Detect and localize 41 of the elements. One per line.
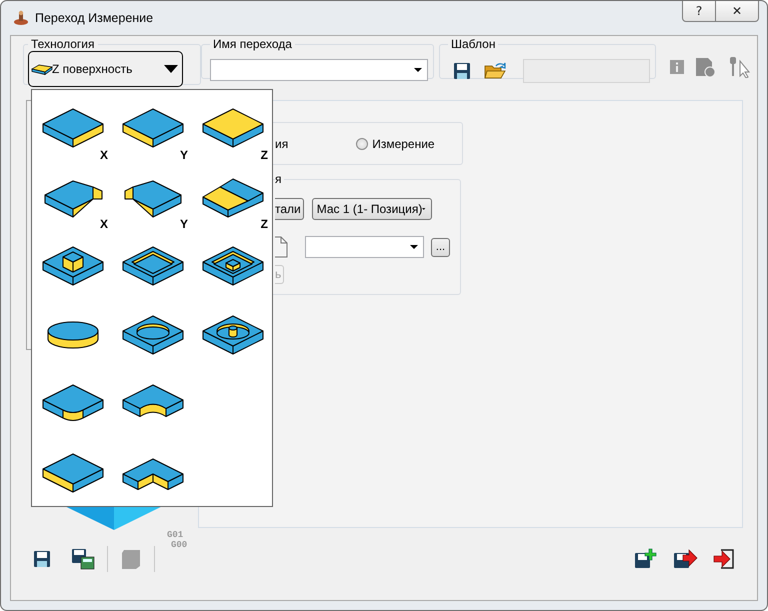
caret-icon bbox=[410, 245, 418, 249]
save-icon[interactable] bbox=[33, 550, 51, 568]
machine-dropdown[interactable]: Мас 1 (1- Позиция) bbox=[312, 198, 432, 220]
open-folder-icon[interactable] bbox=[484, 62, 506, 80]
shape-option[interactable]: Z bbox=[194, 102, 272, 166]
caret-icon bbox=[164, 65, 178, 73]
save-calculator-icon[interactable] bbox=[71, 548, 95, 570]
axis-label: X bbox=[100, 217, 108, 231]
shape-option[interactable]: X bbox=[34, 171, 112, 235]
save-icon[interactable] bbox=[453, 62, 471, 80]
group-label: Имя перехода bbox=[212, 37, 293, 51]
caret-icon bbox=[414, 68, 422, 72]
axis-label: Y bbox=[180, 217, 188, 231]
shape-option[interactable]: X bbox=[34, 102, 112, 166]
app-icon bbox=[13, 10, 29, 26]
caret-icon bbox=[422, 207, 426, 211]
slab-icon bbox=[31, 63, 53, 75]
save-add-icon[interactable] bbox=[633, 548, 657, 570]
group-label: Шаблон bbox=[450, 37, 496, 51]
page-icon[interactable] bbox=[694, 56, 716, 78]
shape-option[interactable]: Y bbox=[114, 171, 192, 235]
radio-button[interactable] bbox=[356, 138, 368, 150]
help-button[interactable]: ? bbox=[682, 1, 716, 22]
axis-label: Z bbox=[260, 148, 268, 162]
technology-dropdown[interactable]: Z поверхность bbox=[28, 51, 183, 87]
axis-label: X bbox=[100, 148, 108, 162]
shape-option[interactable]: Z bbox=[194, 171, 272, 235]
template-field[interactable] bbox=[523, 59, 650, 83]
close-button[interactable]: ✕ bbox=[716, 1, 759, 22]
file-icon[interactable] bbox=[275, 236, 288, 258]
axis-label: Y bbox=[180, 148, 188, 162]
radio-label[interactable]: Измерение bbox=[372, 136, 435, 150]
window-title: Переход Измерение bbox=[35, 11, 154, 25]
group-label: Технология bbox=[30, 37, 96, 51]
part-button[interactable]: тали bbox=[275, 198, 304, 220]
browse-button[interactable]: ... bbox=[431, 238, 450, 256]
axis-label: Z bbox=[260, 217, 268, 231]
save-arrow-icon[interactable] bbox=[672, 548, 698, 570]
shape-option[interactable]: Y bbox=[114, 102, 192, 166]
exit-icon[interactable] bbox=[713, 548, 735, 570]
radio-label[interactable]: ия bbox=[275, 136, 288, 150]
